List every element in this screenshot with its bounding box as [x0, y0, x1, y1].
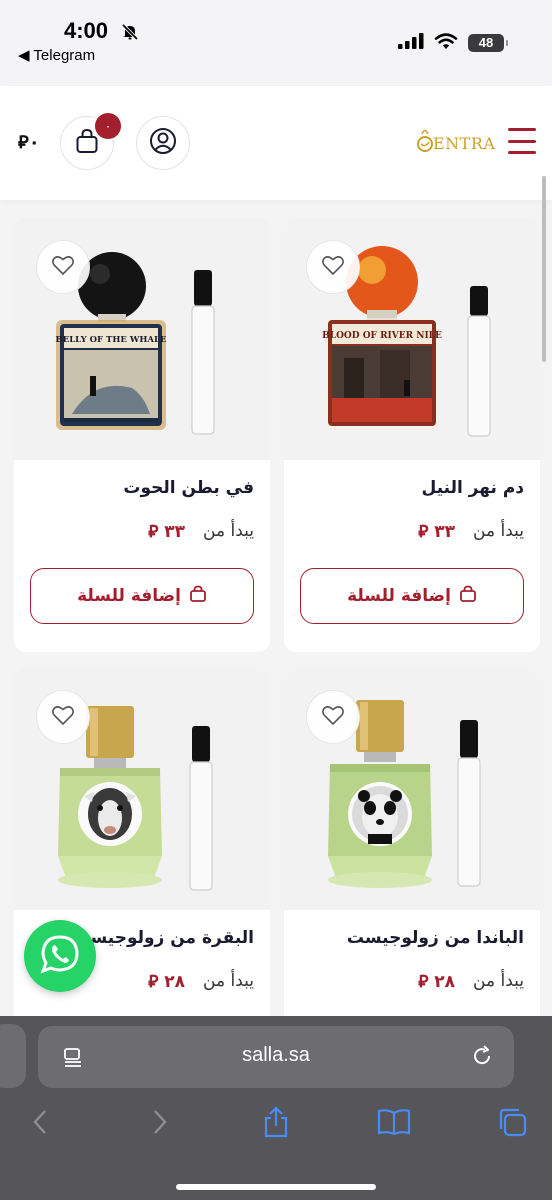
product-card[interactable]: BLOOD OF RIVER NILE دم نهر النيل يبدأ من… — [284, 218, 540, 652]
price-amount: ٢٨ — [164, 972, 186, 992]
browser-toolbar: salla.sa — [0, 1016, 552, 1200]
price-label: يبدأ من — [473, 971, 524, 991]
add-to-cart-label: إضافة للسلة — [347, 586, 451, 606]
price-value: ٢٨ ⃁ — [418, 970, 455, 992]
bell-muted-icon — [120, 22, 140, 46]
add-to-cart-button[interactable]: إضافة للسلة — [30, 568, 254, 624]
book-icon — [377, 1108, 411, 1140]
heart-icon — [51, 254, 75, 280]
wishlist-button[interactable] — [306, 690, 360, 744]
cart-count-badge: ٠ — [95, 113, 121, 139]
wishlist-button[interactable] — [36, 240, 90, 294]
forward-button[interactable] — [140, 1104, 180, 1144]
product-card[interactable]: BELLY OF THE WHALE في بطن الحوت يبدأ من … — [14, 218, 270, 652]
share-icon — [262, 1106, 290, 1142]
back-button[interactable] — [20, 1104, 60, 1144]
tabs-button[interactable] — [492, 1104, 532, 1144]
cart-total: ٠⃁ — [18, 130, 40, 153]
add-to-cart-label: إضافة للسلة — [77, 586, 181, 606]
wishlist-button[interactable] — [306, 240, 360, 294]
bottle-label-text: BELLY OF THE WHALE — [56, 335, 167, 345]
shopping-bag-icon — [189, 585, 207, 608]
cart-total-value: ٠ — [28, 132, 40, 153]
price-value: ٢٨ ⃁ — [148, 970, 185, 992]
product-name[interactable]: دم نهر النيل — [300, 478, 524, 506]
whatsapp-chat-button[interactable] — [24, 920, 96, 992]
riyal-currency-icon: ⃁ — [418, 522, 429, 542]
user-icon — [149, 127, 177, 159]
back-to-telegram-link[interactable]: ◀ Telegram — [18, 46, 95, 64]
product-card[interactable]: البقرة من زولوجيست يبدأ من ٢٨ ⃁ — [14, 668, 270, 1068]
chevron-left-icon — [32, 1109, 48, 1139]
price-label: يبدأ من — [203, 521, 254, 541]
hamburger-menu-icon[interactable] — [508, 128, 536, 154]
price-value: ٣٣ ⃁ — [418, 520, 455, 542]
product-image[interactable] — [284, 668, 540, 910]
riyal-currency-icon: ⃁ — [148, 972, 159, 992]
price-amount: ٣٣ — [164, 522, 186, 542]
heart-icon — [51, 704, 75, 730]
bottle-label-text: BLOOD OF RIVER NILE — [322, 331, 442, 341]
price-row: يبدأ من ٢٨ ⃁ — [300, 970, 524, 992]
logo-text: ENTRA — [433, 134, 496, 153]
price-value: ٣٣ ⃁ — [148, 520, 185, 542]
product-name[interactable]: الباندا من زولوجيست — [300, 928, 524, 956]
safari-nav-toolbar — [0, 1104, 552, 1154]
add-to-cart-button[interactable]: إضافة للسلة — [300, 568, 524, 624]
price-row: يبدأ من ٣٣ ⃁ — [30, 520, 254, 542]
price-label: يبدأ من — [203, 971, 254, 991]
product-card[interactable]: الباندا من زولوجيست يبدأ من ٢٨ ⃁ — [284, 668, 540, 1068]
scrollbar[interactable] — [542, 176, 546, 362]
product-image[interactable] — [14, 668, 270, 910]
status-time: 4:00 — [64, 18, 109, 43]
previous-tab-preview[interactable] — [0, 1024, 26, 1088]
site-header: ENTRA ٠ ٠⃁ — [0, 86, 552, 200]
shopping-bag-icon — [459, 585, 477, 608]
product-image[interactable]: BLOOD OF RIVER NILE — [284, 218, 540, 460]
price-amount: ٣٣ — [434, 522, 456, 542]
chevron-right-icon — [152, 1109, 168, 1139]
product-name[interactable]: في بطن الحوت — [30, 478, 254, 506]
status-bar: 4:00 ◀ Telegram 48 — [0, 0, 552, 86]
address-bar[interactable]: salla.sa — [38, 1026, 514, 1088]
wifi-icon — [434, 32, 458, 54]
bookmarks-button[interactable] — [374, 1104, 414, 1144]
cellular-signal-icon — [398, 33, 424, 53]
home-indicator — [176, 1184, 376, 1190]
url-text: salla.sa — [242, 1044, 310, 1066]
whatsapp-icon — [38, 932, 82, 980]
tabs-icon — [497, 1107, 527, 1141]
battery-indicator: 48 — [468, 34, 508, 52]
reload-icon[interactable] — [470, 1044, 494, 1072]
wishlist-button[interactable] — [36, 690, 90, 744]
heart-icon — [321, 254, 345, 280]
riyal-currency-icon: ⃁ — [148, 522, 159, 542]
price-amount: ٢٨ — [434, 972, 456, 992]
cart-button[interactable]: ٠ — [60, 113, 121, 170]
heart-icon — [321, 704, 345, 730]
product-image[interactable]: BELLY OF THE WHALE — [14, 218, 270, 460]
riyal-currency-icon: ⃁ — [418, 972, 429, 992]
share-button[interactable] — [256, 1104, 296, 1144]
price-row: يبدأ من ٣٣ ⃁ — [300, 520, 524, 542]
riyal-currency-icon: ⃁ — [18, 132, 29, 153]
store-logo[interactable]: ENTRA — [416, 124, 495, 158]
account-button[interactable] — [136, 116, 190, 170]
price-label: يبدأ من — [473, 521, 524, 541]
